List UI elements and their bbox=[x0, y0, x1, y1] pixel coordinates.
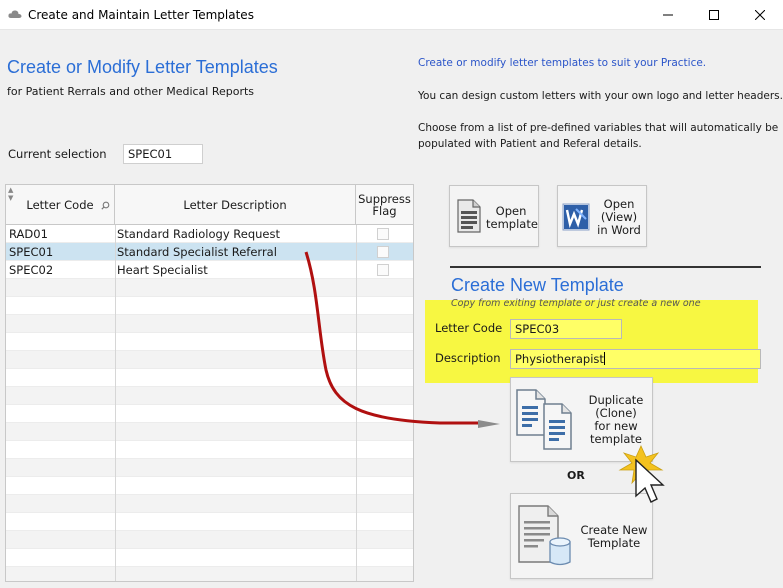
empty-row bbox=[6, 297, 413, 315]
word-document-icon bbox=[562, 200, 592, 235]
new-document-database-icon bbox=[516, 504, 576, 573]
empty-row bbox=[6, 387, 413, 405]
open-template-button[interactable]: Open template bbox=[449, 185, 539, 247]
empty-row bbox=[6, 315, 413, 333]
suppress-flag-checkbox[interactable] bbox=[377, 264, 389, 276]
empty-row bbox=[6, 549, 413, 567]
document-icon bbox=[456, 199, 482, 236]
table-row[interactable]: RAD01 Standard Radiology Request bbox=[6, 225, 413, 243]
empty-row bbox=[6, 423, 413, 441]
empty-row bbox=[6, 351, 413, 369]
letter-code-label: Letter Code bbox=[435, 321, 503, 335]
cell-letter-code: SPEC01 bbox=[9, 245, 54, 259]
duplicate-template-button[interactable]: Duplicate (Clone) for new template bbox=[510, 377, 653, 462]
empty-row bbox=[6, 369, 413, 387]
column-search-icon[interactable] bbox=[101, 199, 110, 213]
open-in-word-button[interactable]: Open (View) in Word bbox=[557, 185, 647, 247]
info-line-2: You can design custom letters with your … bbox=[418, 90, 783, 102]
cell-letter-code: RAD01 bbox=[9, 227, 48, 241]
cell-letter-description: Standard Radiology Request bbox=[117, 227, 280, 241]
cell-letter-code: SPEC02 bbox=[9, 263, 54, 277]
grid-header: ▲ ▼ Letter Code Letter Description Suppre… bbox=[6, 185, 413, 225]
create-new-template-hint: Copy from exiting template or just creat… bbox=[451, 298, 701, 309]
column-header-letter-code[interactable]: Letter Code bbox=[6, 185, 115, 225]
app-cloud-icon bbox=[8, 9, 22, 22]
column-divider bbox=[115, 225, 116, 581]
cell-letter-description: Heart Specialist bbox=[117, 263, 208, 277]
text-cursor bbox=[603, 352, 605, 365]
page-title: Create or Modify Letter Templates bbox=[7, 57, 278, 77]
info-line-3b: populated with Patient and Referal detai… bbox=[418, 138, 642, 150]
empty-row bbox=[6, 477, 413, 495]
suppress-flag-checkbox[interactable] bbox=[377, 228, 389, 240]
empty-row bbox=[6, 495, 413, 513]
table-row[interactable]: SPEC01 Standard Specialist Referral bbox=[6, 243, 413, 261]
create-new-template-title: Create New Template bbox=[451, 275, 624, 295]
cell-letter-description: Standard Specialist Referral bbox=[117, 245, 277, 259]
open-template-label: Open template bbox=[486, 204, 538, 231]
description-field[interactable]: Physiotherapist bbox=[510, 349, 761, 369]
column-divider bbox=[356, 225, 357, 581]
empty-row bbox=[6, 405, 413, 423]
description-label: Description bbox=[435, 351, 501, 365]
info-line-1: Create or modify letter templates to sui… bbox=[418, 57, 707, 69]
maximize-icon[interactable] bbox=[691, 0, 737, 30]
column-header-letter-description[interactable]: Letter Description bbox=[115, 185, 356, 225]
letter-code-field[interactable]: SPEC03 bbox=[510, 319, 622, 339]
empty-row bbox=[6, 459, 413, 477]
open-in-word-label: Open (View) in Word bbox=[597, 197, 641, 237]
create-new-template-label: Create New Template bbox=[580, 523, 648, 550]
create-new-template-button[interactable]: Create New Template bbox=[510, 493, 653, 579]
or-separator: OR bbox=[567, 469, 585, 482]
empty-row bbox=[6, 279, 413, 297]
empty-row bbox=[6, 567, 413, 581]
empty-row bbox=[6, 531, 413, 549]
table-row[interactable]: SPEC02 Heart Specialist bbox=[6, 261, 413, 279]
close-icon[interactable] bbox=[737, 0, 783, 30]
current-selection-field[interactable]: SPEC01 bbox=[123, 144, 203, 164]
letter-templates-grid[interactable]: ▲ ▼ Letter Code Letter Description Suppre… bbox=[5, 184, 414, 582]
duplicate-template-label: Duplicate (Clone) for new template bbox=[588, 393, 644, 446]
section-divider bbox=[450, 266, 761, 268]
current-selection-label: Current selection bbox=[8, 147, 107, 161]
minimize-icon[interactable] bbox=[645, 0, 691, 30]
empty-row bbox=[6, 333, 413, 351]
info-line-3a: Choose from a list of pre-defined variab… bbox=[418, 122, 779, 134]
title-bar: Create and Maintain Letter Templates bbox=[0, 0, 783, 30]
window-title: Create and Maintain Letter Templates bbox=[28, 8, 254, 22]
page-subtitle: for Patient Rerrals and other Medical Re… bbox=[7, 85, 255, 98]
column-header-suppress-flag[interactable]: Suppress Flag bbox=[356, 185, 413, 225]
empty-row bbox=[6, 441, 413, 459]
suppress-flag-checkbox[interactable] bbox=[377, 246, 389, 258]
empty-row bbox=[6, 513, 413, 531]
copy-documents-icon bbox=[514, 386, 580, 455]
form-highlight bbox=[425, 300, 758, 383]
